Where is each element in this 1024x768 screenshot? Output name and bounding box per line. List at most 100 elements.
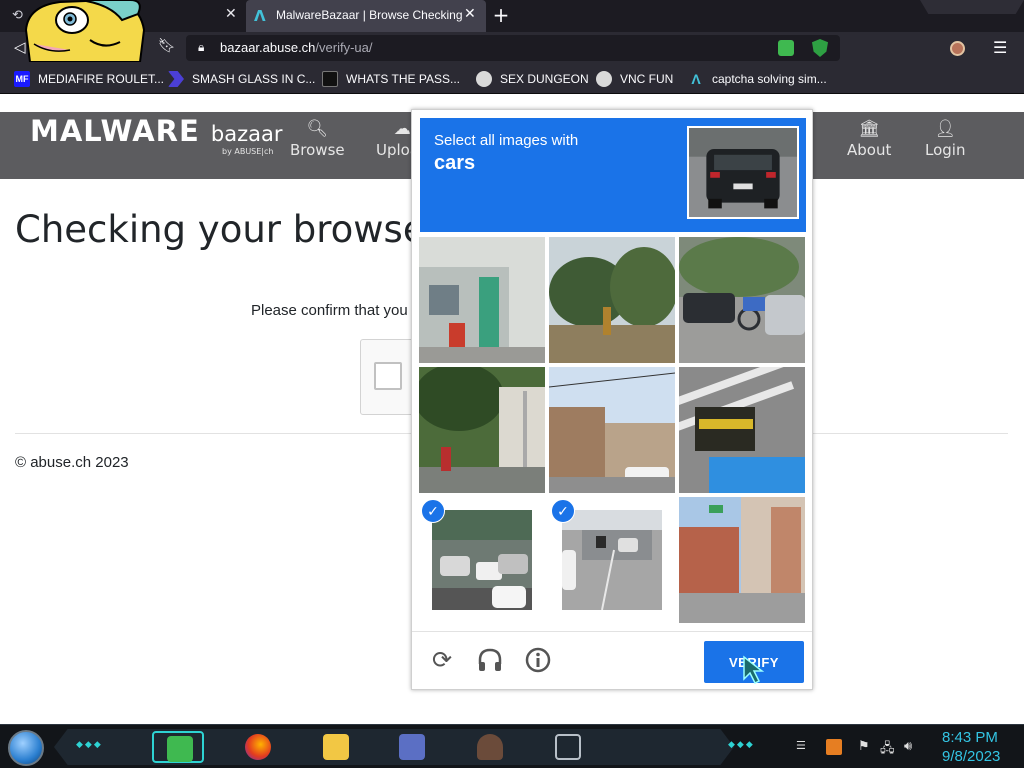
bookmark-smash-glass[interactable]: SMASH GLASS IN C...: [168, 64, 315, 94]
selected-check-icon: ✓: [551, 499, 575, 523]
info-icon[interactable]: [524, 646, 552, 674]
captcha-tile-1[interactable]: [419, 237, 545, 363]
clock-time[interactable]: 8:43 PM: [942, 729, 998, 746]
bookmark-label: SEX DUNGEON: [500, 72, 589, 86]
bookmarks-bar: MF MEDIAFIRE ROULET... SMASH GLASS IN C.…: [0, 64, 1024, 94]
captcha-image-grid: ✓ ✓: [419, 237, 807, 625]
bookmark-mediafire[interactable]: MF MEDIAFIRE ROULET...: [14, 64, 164, 94]
profile-avatar[interactable]: [950, 41, 965, 56]
tile-image: [432, 510, 532, 610]
tile-image: [419, 367, 545, 493]
tab-malwarebazaar[interactable]: Λ MalwareBazaar | Browse Checking your b…: [246, 0, 486, 32]
captcha-tile-6[interactable]: [679, 367, 805, 493]
captcha-tile-9[interactable]: [679, 497, 805, 623]
tile-image: [549, 237, 675, 363]
bookmark-vnc-fun[interactable]: VNC FUN: [596, 64, 673, 94]
nav-browse[interactable]: 🔍︎ Browse: [290, 119, 345, 159]
page-title: Checking your browser: [15, 208, 441, 251]
captcha-challenge: Select all images with cars ✓ ✓ ⟳ VERIFY: [411, 109, 813, 690]
steam-icon: [476, 71, 492, 87]
window-decoration: [920, 0, 1024, 14]
menu-icon[interactable]: ☰: [993, 38, 1007, 57]
nav-label: About: [847, 141, 892, 159]
portrait-icon: [477, 734, 503, 760]
selected-check-icon: ✓: [421, 499, 445, 523]
captcha-tile-8[interactable]: ✓: [549, 497, 675, 623]
close-icon[interactable]: ✕: [464, 6, 476, 22]
tray-divider-icon: ☰: [796, 739, 806, 752]
tile-image: [679, 237, 805, 363]
chevron-icon: [168, 71, 184, 87]
taskbar-chat-app[interactable]: [152, 731, 204, 763]
captcha-header: Select all images with cars: [420, 118, 806, 232]
mouse-cursor-icon: [743, 655, 765, 685]
taskbar-app-window[interactable]: [386, 731, 438, 763]
mediafire-icon: MF: [14, 71, 30, 87]
sample-car-image: [687, 126, 799, 219]
taskbar: ◆◆◆ ◆◆◆ ☰ ⚑ 🖧︎ 🔊︎ 8:43 PM 9/8/2023: [0, 724, 1024, 768]
nav-label: Login: [925, 141, 966, 159]
tile-image: [679, 367, 805, 493]
task-view-icon: [555, 734, 581, 760]
tile-image: [679, 497, 805, 623]
close-icon[interactable]: ✕: [225, 6, 237, 22]
search-icon: 🔍︎: [306, 119, 329, 139]
captcha-tile-2[interactable]: [549, 237, 675, 363]
bookmark-label: MEDIAFIRE ROULET...: [38, 72, 165, 86]
decor-dots: ◆◆◆: [76, 740, 103, 750]
captcha-checkbox[interactable]: [374, 362, 402, 390]
new-tab-button[interactable]: +: [490, 5, 512, 27]
window-app-icon: [399, 734, 425, 760]
captcha-tile-4[interactable]: [419, 367, 545, 493]
bookmark-label: SMASH GLASS IN C...: [192, 72, 316, 86]
firefox-icon: [245, 734, 271, 760]
bookmark-icon[interactable]: 🔖︎: [158, 38, 176, 54]
network-icon[interactable]: 🖧︎: [880, 739, 895, 761]
volume-icon[interactable]: 🔊︎: [904, 739, 912, 754]
brand-by: by ABUSE|ch: [222, 147, 274, 156]
captcha-instruction: Select all images with: [434, 132, 579, 149]
bazaar-logo-icon: Λ: [254, 7, 266, 25]
tile-image: [562, 510, 662, 610]
taskbar-task-view[interactable]: [542, 731, 594, 763]
flag-icon[interactable]: ⚑: [858, 739, 870, 754]
chat-app-icon: [167, 736, 193, 762]
navigation-bar: ◁ ▷ 🔖︎ 🔒︎ bazaar.abuse.ch/verify-ua/ ☰: [0, 32, 1024, 64]
url-bar[interactable]: 🔒︎ bazaar.abuse.ch/verify-ua/: [186, 35, 840, 61]
captcha-tile-7[interactable]: ✓: [419, 497, 545, 623]
bookmark-captcha-solving[interactable]: Λ captcha solving sim...: [688, 64, 827, 94]
chat-extension-icon[interactable]: [778, 40, 794, 56]
captcha-tile-5[interactable]: [549, 367, 675, 493]
taskbar-file-explorer[interactable]: [310, 731, 362, 763]
captcha-target: cars: [434, 152, 476, 174]
tab-bar: ⟲ ✕ Λ MalwareBazaar | Browse Checking yo…: [0, 0, 1024, 32]
bookmark-sex-dungeon[interactable]: SEX DUNGEON: [476, 64, 589, 94]
reload-icon[interactable]: ⟳: [428, 646, 456, 674]
clock-date[interactable]: 9/8/2023: [942, 748, 1000, 765]
bookmark-whats-the-pass[interactable]: WHATS THE PASS...: [322, 64, 460, 94]
bookmark-label: VNC FUN: [620, 72, 674, 86]
tray-app-icon[interactable]: [826, 739, 842, 755]
nav-login[interactable]: 👤︎ Login: [925, 119, 965, 159]
taskbar-portrait-app[interactable]: [464, 731, 516, 763]
sticker-character-image: [24, 0, 146, 62]
nav-label: Browse: [290, 141, 345, 159]
tile-image: [419, 237, 545, 363]
start-button[interactable]: [8, 730, 44, 766]
folder-icon: [323, 734, 349, 760]
tab-title: MalwareBazaar | Browse Checking your bro…: [276, 8, 462, 22]
bookmark-label: captcha solving sim...: [712, 72, 827, 86]
bookmark-label: WHATS THE PASS...: [346, 72, 461, 86]
bazaar-logo-icon: Λ: [691, 71, 701, 87]
shield-extension-icon[interactable]: [812, 39, 828, 57]
steam-icon: [596, 71, 612, 87]
headphones-icon[interactable]: [476, 646, 504, 674]
building-icon: 🏛︎: [858, 119, 880, 139]
taskbar-firefox[interactable]: [232, 731, 284, 763]
nav-about[interactable]: 🏛︎ About: [847, 119, 891, 159]
brand-name: MALWARE bazaar: [30, 114, 283, 148]
user-icon: 👤︎: [934, 119, 957, 139]
tile-image: [549, 367, 675, 493]
captcha-tile-3[interactable]: [679, 237, 805, 363]
page-icon: [322, 71, 338, 87]
